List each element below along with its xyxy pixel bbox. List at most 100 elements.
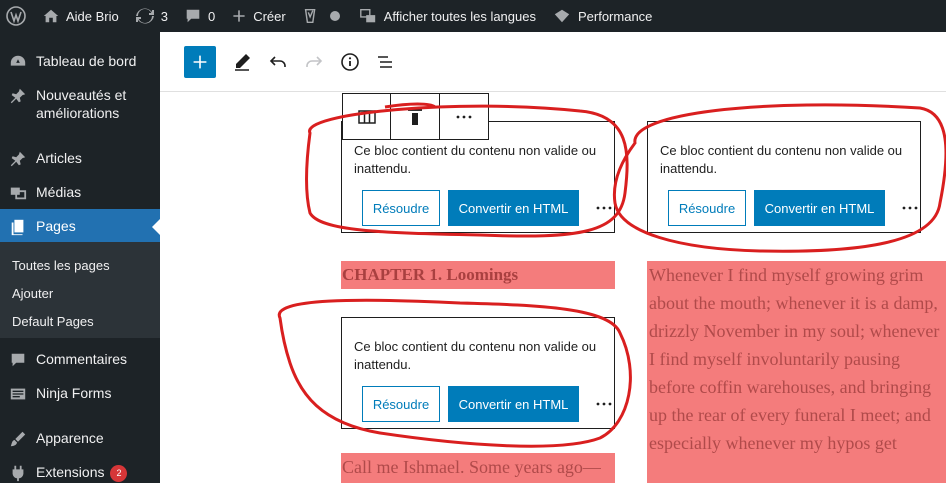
- translate-icon: [359, 9, 375, 23]
- admin-sidebar: Tableau de bord Nouveautés et améliorati…: [0, 32, 160, 483]
- block-options-button[interactable]: [440, 94, 488, 139]
- convert-to-html-button[interactable]: Convertir en HTML: [448, 190, 579, 226]
- undo-button[interactable]: [262, 46, 294, 78]
- plus-icon: [233, 10, 245, 22]
- editor-toolbar: [160, 32, 946, 92]
- convert-to-html-button[interactable]: Convertir en HTML: [448, 386, 579, 422]
- brush-icon: [8, 429, 28, 449]
- submenu-all-pages[interactable]: Toutes les pages: [12, 258, 110, 273]
- pin-icon: [8, 86, 28, 106]
- media-icon: [8, 183, 28, 203]
- vertical-align-button[interactable]: [391, 94, 440, 139]
- more-options-button[interactable]: [594, 198, 614, 218]
- sidebar-item-pages[interactable]: Pages: [0, 209, 160, 243]
- sidebar-item-label: Médias: [36, 184, 82, 200]
- submenu-default-pages[interactable]: Default Pages: [12, 314, 94, 329]
- sidebar-item-label: Commentaires: [36, 351, 128, 367]
- active-indicator: [152, 219, 160, 235]
- pencil-icon: [235, 54, 250, 71]
- refresh-icon: [135, 8, 154, 24]
- comments-icon: [8, 350, 28, 370]
- list-view-button[interactable]: [369, 46, 401, 78]
- resolve-button[interactable]: Résoudre: [362, 190, 440, 226]
- updates-link[interactable]: 3: [127, 0, 176, 32]
- redo-icon: [306, 56, 323, 67]
- new-content-link[interactable]: Créer: [223, 0, 294, 32]
- home-icon: [43, 9, 59, 23]
- sidebar-item-media[interactable]: Médias: [0, 183, 160, 203]
- plus-icon: [193, 55, 207, 69]
- info-icon: [341, 53, 359, 71]
- paragraph-block[interactable]: Whenever I find myself growing grim abou…: [647, 261, 946, 483]
- invalid-content-message: Ce bloc contient du contenu non valide o…: [660, 143, 903, 176]
- performance-link[interactable]: Performance: [544, 0, 660, 32]
- invalid-content-message: Ce bloc contient du contenu non valide o…: [354, 143, 597, 176]
- sidebar-item-label: Tableau de bord: [36, 53, 137, 69]
- block-toolbar: [342, 93, 489, 140]
- more-options-button[interactable]: [900, 198, 920, 218]
- sidebar-item-comments[interactable]: Commentaires: [0, 350, 160, 370]
- dashboard-icon: [8, 52, 28, 72]
- comments-link[interactable]: 0: [176, 0, 223, 32]
- more-horizontal-icon: [456, 115, 472, 118]
- block-type-button[interactable]: [343, 94, 392, 139]
- site-name-link[interactable]: Aide Brio: [34, 0, 127, 32]
- more-horizontal-icon: [596, 206, 612, 210]
- resolve-button[interactable]: Résoudre: [362, 386, 440, 422]
- align-top-icon: [408, 108, 423, 125]
- admin-bar: Aide Brio 3 0 Créer Afficher toutes les …: [0, 0, 946, 32]
- chapter-heading[interactable]: CHAPTER 1. Loomings: [341, 261, 615, 289]
- convert-to-html-button[interactable]: Convertir en HTML: [754, 190, 885, 226]
- new-label: Créer: [253, 8, 286, 24]
- redo-button[interactable]: [298, 46, 330, 78]
- more-horizontal-icon: [902, 206, 918, 210]
- invalid-block-warning[interactable]: Ce bloc contient du contenu non valide o…: [647, 121, 921, 233]
- add-block-button[interactable]: [184, 46, 216, 78]
- extensions-label: Extensions: [36, 464, 105, 480]
- edit-tool-button[interactable]: [226, 46, 258, 78]
- sidebar-item-ninja-forms[interactable]: Ninja Forms: [0, 384, 160, 404]
- sidebar-item-appearance[interactable]: Apparence: [0, 429, 160, 449]
- sidebar-item-label: Apparence: [36, 430, 104, 446]
- languages-label: Afficher toutes les langues: [383, 8, 536, 24]
- editor-canvas: Ce bloc contient du contenu non valide o…: [160, 93, 946, 483]
- update-count-badge: 2: [110, 464, 128, 482]
- columns-icon: [357, 109, 376, 124]
- updates-count: 3: [160, 8, 168, 24]
- comment-bubble-icon: [186, 9, 200, 23]
- wordpress-icon: [6, 6, 26, 26]
- invalid-block-warning[interactable]: Ce bloc contient du contenu non valide o…: [341, 317, 615, 429]
- pages-submenu: Toutes les pages Ajouter Default Pages: [0, 242, 160, 338]
- pages-icon: [8, 217, 28, 237]
- seo-status-dot: [329, 11, 340, 21]
- plugin-icon: [8, 463, 28, 483]
- site-name: Aide Brio: [66, 8, 119, 24]
- submenu-add[interactable]: Ajouter: [12, 286, 53, 301]
- sidebar-item-dashboard[interactable]: Tableau de bord: [0, 52, 160, 72]
- sidebar-item-label: Articles: [36, 150, 82, 166]
- undo-icon: [269, 56, 286, 67]
- sidebar-item-label: Extensions 2: [36, 463, 128, 482]
- sidebar-item-label: Pages: [36, 218, 76, 234]
- yoast-link[interactable]: [294, 0, 350, 32]
- details-button[interactable]: [334, 46, 366, 78]
- performance-icon: [554, 9, 570, 23]
- more-options-button[interactable]: [594, 394, 614, 414]
- performance-label: Performance: [577, 8, 653, 24]
- pin-icon: [8, 149, 28, 169]
- invalid-content-message: Ce bloc contient du contenu non valide o…: [354, 339, 597, 372]
- sidebar-item-label: Ninja Forms: [36, 385, 112, 401]
- list-view-icon: [378, 56, 392, 68]
- comments-count: 0: [207, 8, 216, 24]
- resolve-button[interactable]: Résoudre: [668, 190, 746, 226]
- languages-link[interactable]: Afficher toutes les langues: [350, 0, 544, 32]
- yoast-icon: [304, 8, 316, 24]
- wordpress-logo-button[interactable]: [0, 0, 34, 32]
- sidebar-item-label: Nouveautés et améliorations: [36, 87, 127, 121]
- paragraph-block[interactable]: Call me Ishmael. Some years ago—: [341, 453, 615, 483]
- form-icon: [8, 384, 28, 404]
- sidebar-item-articles[interactable]: Articles: [0, 149, 160, 169]
- more-horizontal-icon: [596, 402, 612, 406]
- sidebar-item-whats-new[interactable]: Nouveautés et améliorations: [0, 86, 160, 122]
- sidebar-item-extensions[interactable]: Extensions 2: [0, 463, 160, 483]
